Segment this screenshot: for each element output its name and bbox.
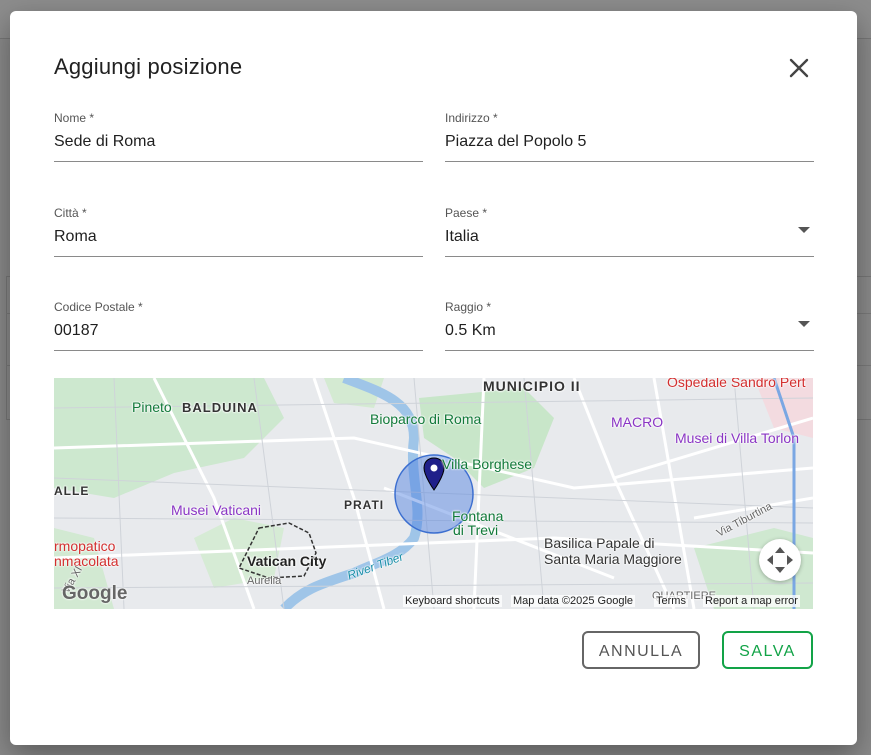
terms-link[interactable]: Terms — [654, 595, 688, 607]
map-label-musei-villa: Musei di Villa Torlon — [675, 430, 799, 446]
google-logo: Google — [62, 583, 128, 604]
cancel-button[interactable]: ANNULLA — [582, 631, 700, 669]
add-location-dialog: Aggiungi posizione Nome * Sede di Roma I… — [10, 11, 857, 745]
postal-code-value: 00187 — [54, 322, 99, 339]
map-move-icon — [767, 547, 793, 573]
map-label-basilica: Basilica Papale di — [544, 535, 655, 551]
map-data-attribution: Map data ©2025 Google — [511, 595, 636, 607]
chevron-down-icon — [798, 227, 810, 233]
address-field[interactable]: Indirizzo * Piazza del Popolo 5 — [445, 111, 814, 162]
radius-label: Raggio * — [445, 300, 492, 314]
city-label: Città * — [54, 206, 87, 220]
map-label-rmopatico: rmopatico — [54, 538, 116, 554]
address-value: Piazza del Popolo 5 — [445, 133, 587, 150]
close-button[interactable] — [786, 55, 812, 81]
country-value: Italia — [445, 228, 479, 245]
map-label-alle: ALLE — [54, 484, 90, 498]
name-label: Nome * — [54, 111, 95, 125]
address-label: Indirizzo * — [445, 111, 498, 125]
map-label-bioparco: Bioparco di Roma — [370, 411, 482, 427]
map-label-macro: MACRO — [611, 414, 664, 430]
map-label-villa-borghese: Villa Borghese — [442, 456, 533, 472]
map-label-immacolata: nmacolata — [54, 553, 119, 569]
city-field[interactable]: Città * Roma — [54, 206, 423, 257]
chevron-down-icon — [798, 321, 810, 327]
map-label-aurelia: Aurelia — [247, 575, 282, 587]
radius-value: 0.5 Km — [445, 322, 496, 339]
close-icon — [789, 58, 809, 78]
map-label-di-trevi: di Trevi — [453, 522, 499, 538]
map-label-vatican-city: Vatican City — [247, 553, 327, 569]
map-label-balduina: BALDUINA — [182, 400, 258, 415]
map-label-santa-maria: Santa Maria Maggiore — [544, 551, 682, 567]
name-field[interactable]: Nome * Sede di Roma — [54, 111, 423, 162]
save-button[interactable]: SALVA — [722, 631, 813, 669]
map-camera-control[interactable] — [759, 539, 801, 581]
postal-code-field[interactable]: Codice Postale * 00187 — [54, 300, 423, 351]
dialog-title: Aggiungi posizione — [54, 54, 243, 79]
location-map[interactable]: MUNICIPIO II Ospedale Sandro Pert Pineto… — [54, 378, 813, 609]
name-value: Sede di Roma — [54, 133, 156, 150]
map-label-ospedale: Ospedale Sandro Pert — [667, 378, 806, 390]
postal-code-label: Codice Postale * — [54, 300, 143, 314]
map-label-musei-vaticani: Musei Vaticani — [171, 502, 262, 518]
keyboard-shortcuts-link[interactable]: Keyboard shortcuts — [403, 595, 502, 607]
country-select[interactable]: Paese * Italia — [445, 206, 814, 257]
city-value: Roma — [54, 228, 97, 245]
map-label-prati: PRATI — [344, 498, 385, 512]
country-label: Paese * — [445, 206, 488, 220]
map-label-municipio: MUNICIPIO II — [483, 378, 581, 394]
report-map-error-link[interactable]: Report a map error — [703, 595, 800, 607]
map-label-pineto: Pineto — [132, 399, 172, 415]
radius-select[interactable]: Raggio * 0.5 Km — [445, 300, 814, 351]
